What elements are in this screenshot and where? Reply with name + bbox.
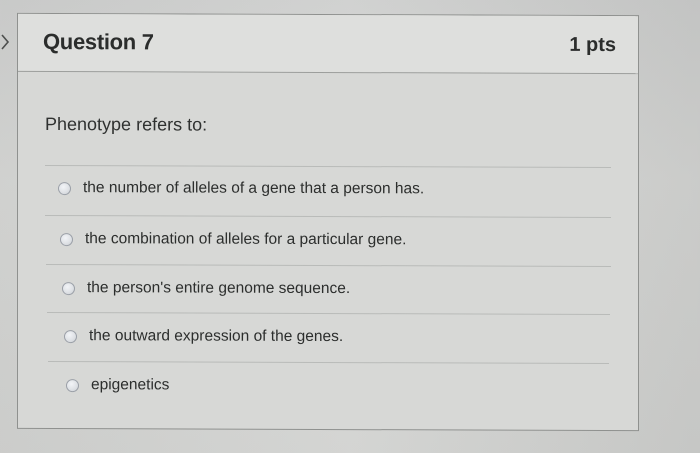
radio-button-icon[interactable] — [58, 181, 71, 195]
answer-label: the person's entire genome sequence. — [87, 279, 351, 298]
answer-label: epigenetics — [91, 376, 170, 394]
radio-button-icon[interactable] — [66, 378, 79, 392]
question-points: 1 pts — [569, 33, 616, 57]
question-prompt: Phenotype refers to: — [45, 114, 208, 135]
answer-label: the number of alleles of a gene that a p… — [83, 179, 425, 198]
answer-option-5[interactable]: epigenetics — [66, 373, 169, 397]
radio-button-icon[interactable] — [60, 232, 73, 246]
answer-divider — [45, 215, 611, 218]
answer-option-3[interactable]: the person's entire genome sequence. — [62, 276, 350, 301]
radio-button-icon[interactable] — [62, 281, 75, 295]
answer-label: the combination of alleles for a particu… — [85, 230, 407, 249]
answer-option-2[interactable]: the combination of alleles for a particu… — [60, 227, 406, 252]
answer-label: the outward expression of the genes. — [89, 327, 344, 346]
answer-divider — [46, 264, 611, 267]
chevron-right-icon[interactable] — [0, 30, 12, 54]
question-card: Question 7 1 pts Phenotype refers to: th… — [17, 12, 639, 432]
radio-button-icon[interactable] — [64, 329, 77, 343]
answer-option-1[interactable]: the number of alleles of a gene that a p… — [58, 176, 424, 201]
answer-divider — [47, 312, 610, 315]
question-title: Question 7 — [43, 29, 154, 55]
answer-option-4[interactable]: the outward expression of the genes. — [64, 324, 343, 349]
answer-divider — [48, 361, 609, 364]
question-header: Question 7 1 pts — [18, 13, 638, 75]
answer-divider — [45, 165, 611, 168]
